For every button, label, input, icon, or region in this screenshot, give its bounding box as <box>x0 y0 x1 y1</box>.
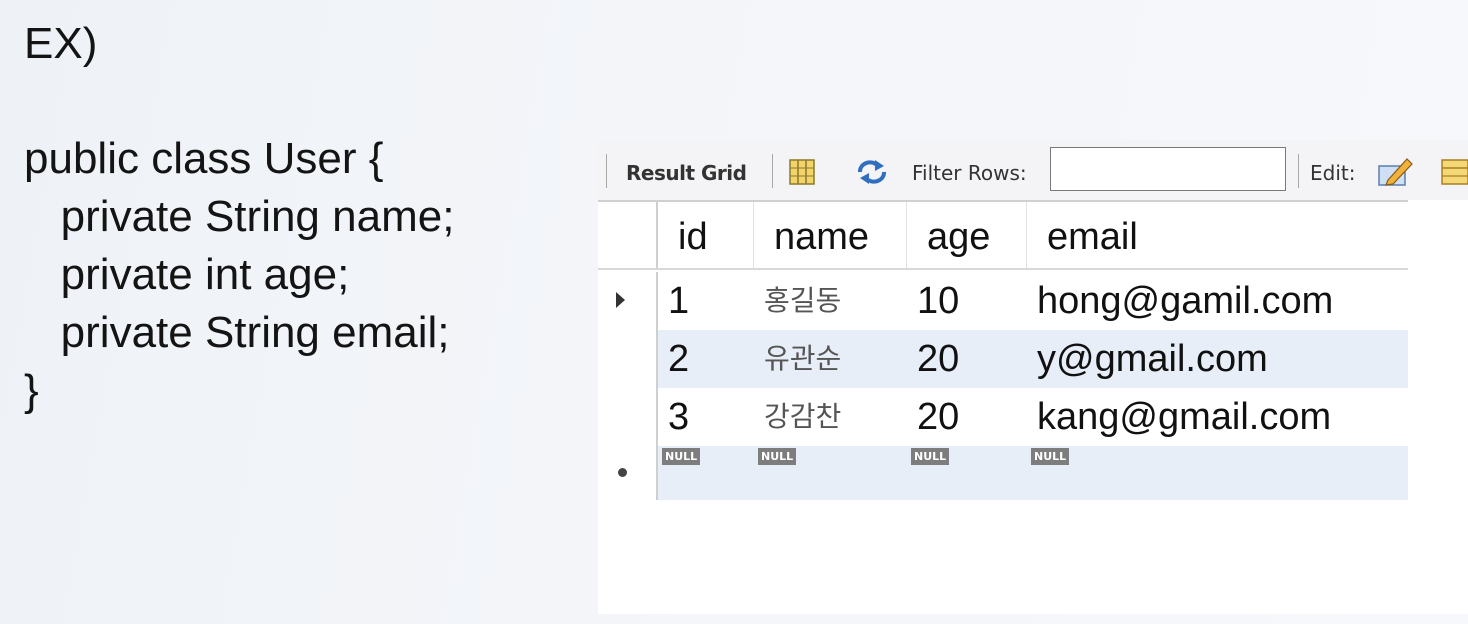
filter-rows-label: Filter Rows: <box>912 161 1027 185</box>
result-panel: Result Grid Filter Rows: Edit: id name a… <box>598 140 1468 614</box>
slide-heading: EX) <box>24 19 98 68</box>
table-icon[interactable] <box>1440 156 1468 188</box>
cell-id[interactable]: 2 <box>658 330 754 388</box>
toolbar-divider <box>606 154 607 188</box>
edit-label: Edit: <box>1310 161 1356 185</box>
new-row[interactable]: NULL NULL NULL NULL <box>598 446 1408 500</box>
code-line: private int age; <box>24 250 350 299</box>
edit-pencil-icon[interactable] <box>1376 154 1414 188</box>
current-row-arrow-icon <box>616 292 625 308</box>
null-badge: NULL <box>662 448 701 465</box>
cell-age[interactable]: 10 <box>907 272 1027 330</box>
toolbar-divider <box>1298 154 1299 188</box>
table-row[interactable]: 3 강감찬 20 kang@gmail.com <box>598 388 1408 446</box>
column-header-age[interactable]: age <box>907 202 1027 268</box>
code-line: private String email; <box>24 308 450 357</box>
row-header-corner <box>598 202 658 268</box>
cell-name[interactable]: NULL <box>754 446 907 500</box>
cell-age[interactable]: NULL <box>907 446 1027 500</box>
table-row[interactable]: 1 홍길동 10 hong@gamil.com <box>598 272 1408 330</box>
code-line: private String name; <box>24 192 455 241</box>
cell-id[interactable]: 3 <box>658 388 754 446</box>
row-header[interactable] <box>598 446 658 500</box>
cell-name[interactable]: 유관순 <box>754 330 907 388</box>
column-header-email[interactable]: email <box>1027 202 1408 268</box>
cell-name[interactable]: 강감찬 <box>754 388 907 446</box>
cell-email[interactable]: kang@gmail.com <box>1027 388 1408 446</box>
null-badge: NULL <box>911 448 950 465</box>
cell-email[interactable]: hong@gamil.com <box>1027 272 1408 330</box>
column-header-id[interactable]: id <box>658 202 754 268</box>
refresh-icon[interactable] <box>854 158 890 186</box>
cell-age[interactable]: 20 <box>907 330 1027 388</box>
grid-header-row: id name age email <box>598 200 1408 270</box>
row-header[interactable] <box>598 272 658 330</box>
result-grid: id name age email 1 홍길동 10 hong@gamil.co… <box>598 200 1408 500</box>
null-badge: NULL <box>758 448 797 465</box>
cell-id[interactable]: NULL <box>658 446 754 500</box>
table-row[interactable]: 2 유관순 20 y@gmail.com <box>598 330 1408 388</box>
result-grid-tab[interactable]: Result Grid <box>626 161 747 185</box>
cell-email[interactable]: y@gmail.com <box>1027 330 1408 388</box>
cell-id[interactable]: 1 <box>658 272 754 330</box>
result-toolbar: Result Grid Filter Rows: Edit: <box>598 140 1468 200</box>
code-line: public class User { <box>24 134 384 183</box>
code-line: } <box>24 366 39 415</box>
column-header-name[interactable]: name <box>754 202 907 268</box>
row-header[interactable] <box>598 388 658 446</box>
new-row-marker-icon <box>618 468 627 477</box>
filter-rows-input[interactable] <box>1050 147 1286 191</box>
cell-age[interactable]: 20 <box>907 388 1027 446</box>
cell-email[interactable]: NULL <box>1027 446 1408 500</box>
grid-layout-icon[interactable] <box>788 158 816 186</box>
row-header[interactable] <box>598 330 658 388</box>
null-badge: NULL <box>1031 448 1070 465</box>
toolbar-divider <box>772 154 773 188</box>
cell-name[interactable]: 홍길동 <box>754 272 907 330</box>
